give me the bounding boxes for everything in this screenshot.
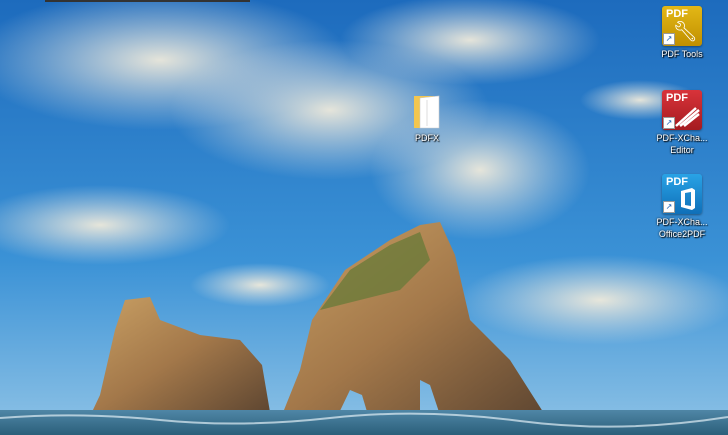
label-line-2: Office2PDF xyxy=(658,229,706,239)
desktop-icon-pdf-xchange-office2pdf[interactable]: PDF ↗ PDF-XCha... Office2PDF xyxy=(646,174,718,240)
shortcut-arrow-icon: ↗ xyxy=(663,117,675,129)
label-line-2: Editor xyxy=(670,145,694,155)
office-icon xyxy=(681,188,695,210)
desktop-icon-label: PDFX xyxy=(414,133,439,143)
desktop-icon-pdf-xchange-editor[interactable]: PDF ↗ PDF-XCha... Editor xyxy=(646,90,718,156)
wrench-icon: 🔧︎ xyxy=(672,19,698,43)
desktop-icon-label: PDF-XCha... Office2PDF xyxy=(656,216,707,240)
desktop-icon-label: PDF-XCha... Editor xyxy=(656,132,707,156)
label-line-1: PDF-XCha... xyxy=(656,133,708,143)
desktop-icon-pdfx-folder[interactable]: PDFX xyxy=(391,94,463,144)
tile-text: PDF xyxy=(666,92,688,104)
shortcut-arrow-icon: ↗ xyxy=(663,33,675,45)
label-line-1: PDF-XCha... xyxy=(656,217,708,227)
desktop-icon-label: PDF Tools xyxy=(661,49,703,59)
pdf-xchange-editor-icon: PDF ↗ xyxy=(662,90,702,130)
desktop-icon-pdf-tools[interactable]: PDF 🔧︎ ↗ PDF Tools xyxy=(646,6,718,60)
office2pdf-icon: PDF ↗ xyxy=(662,174,702,214)
folder-icon xyxy=(414,95,440,129)
pdf-tools-icon: PDF 🔧︎ ↗ xyxy=(662,6,702,46)
shortcut-arrow-icon: ↗ xyxy=(663,201,675,213)
pen-icon xyxy=(675,107,700,127)
desktop-wallpaper xyxy=(0,0,728,435)
taskbar-fragment xyxy=(45,0,250,2)
